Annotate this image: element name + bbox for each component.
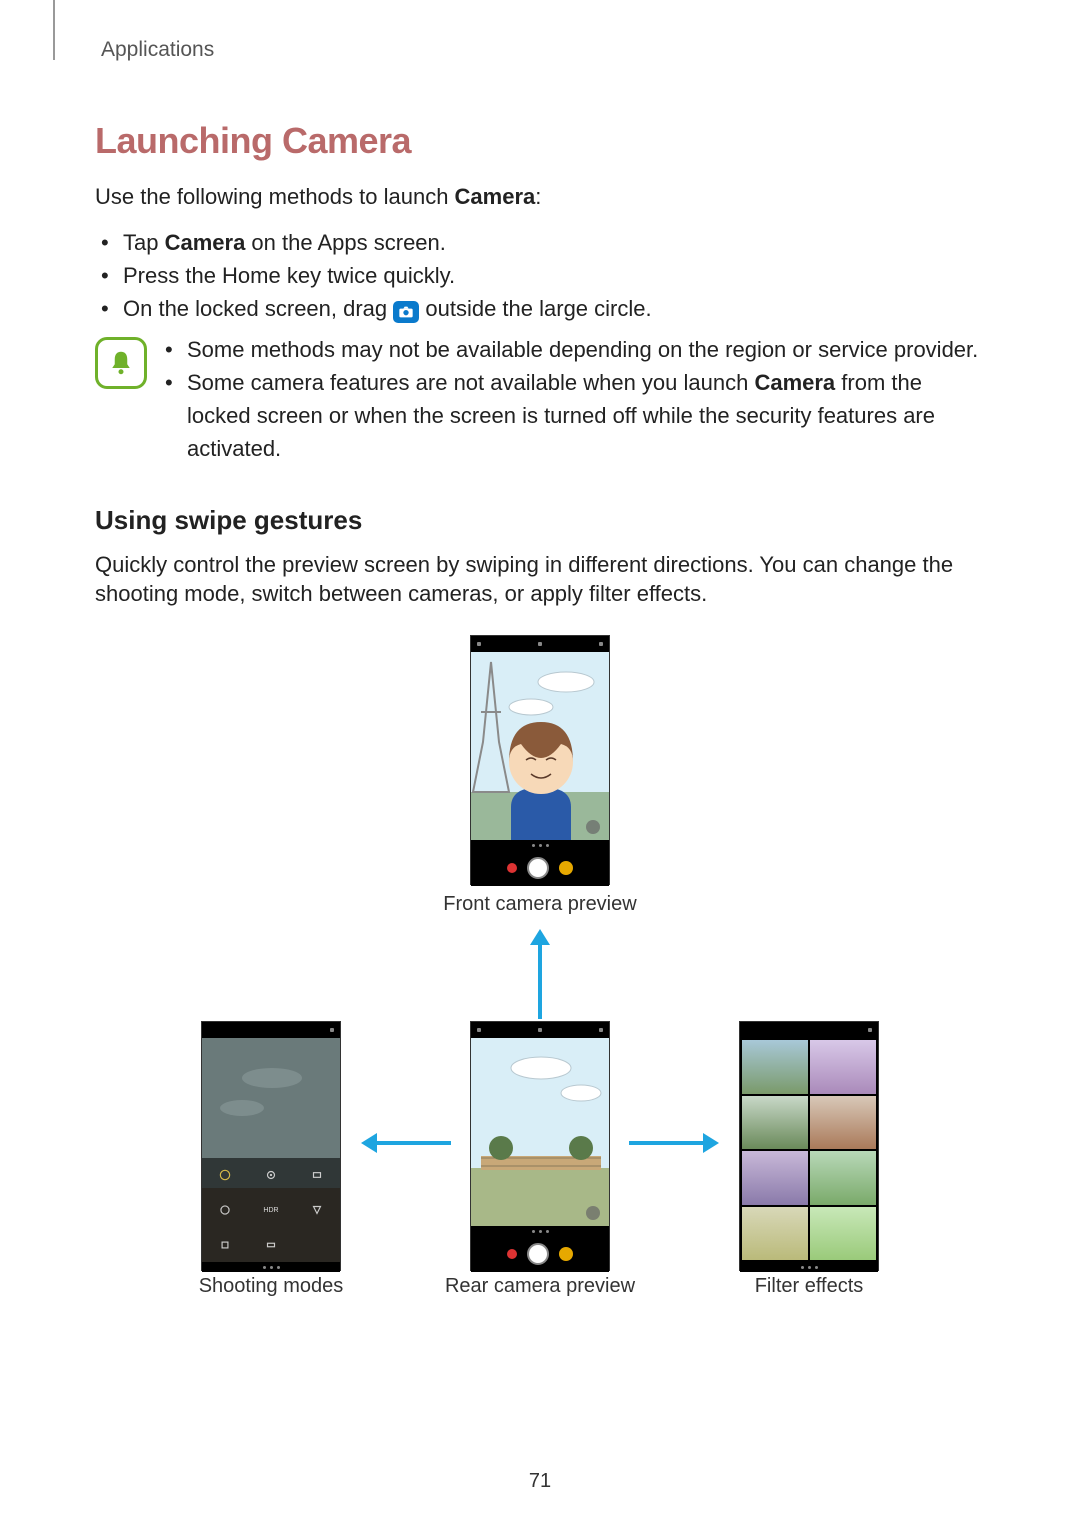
- subsection-heading: Using swipe gestures: [95, 505, 985, 536]
- b1-prefix: Tap: [123, 230, 165, 255]
- phone-screen: [740, 1038, 878, 1262]
- record-icon: [507, 863, 517, 873]
- list-item: On the locked screen, drag outside the l…: [123, 292, 985, 325]
- arrow-left-icon: [361, 1130, 451, 1156]
- phone-indicator-dots: [740, 1262, 878, 1272]
- intro-bold: Camera: [455, 184, 536, 209]
- gallery-icon: [559, 1247, 573, 1261]
- b3-suffix: outside the large circle.: [419, 296, 651, 321]
- notes-list: Some methods may not be available depend…: [165, 333, 985, 465]
- phone-status-bar: [471, 636, 609, 652]
- intro-suffix: :: [535, 184, 541, 209]
- arrow-up-icon: [527, 929, 553, 1019]
- shutter-icon: [527, 1243, 549, 1265]
- filters-caption: Filter effects: [699, 1275, 919, 1298]
- page-number: 71: [0, 1470, 1080, 1493]
- phone-indicator-dots: [471, 1226, 609, 1236]
- phone-screen: [471, 1038, 609, 1226]
- list-item: Some camera features are not available w…: [187, 366, 985, 465]
- front-camera-preview-figure: [470, 635, 610, 885]
- intro-text: Use the following methods to launch Came…: [95, 182, 985, 212]
- subsection-paragraph: Quickly control the preview screen by sw…: [95, 550, 985, 609]
- gallery-icon: [559, 861, 573, 875]
- phone-indicator-dots: [471, 840, 609, 850]
- record-icon: [507, 1249, 517, 1259]
- phone-status-bar: [202, 1022, 340, 1038]
- b3-prefix: On the locked screen, drag: [123, 296, 393, 321]
- modes-caption: Shooting modes: [161, 1275, 381, 1298]
- note-block: Some methods may not be available depend…: [95, 333, 985, 465]
- phone-camera-controls: [471, 1236, 609, 1272]
- filter-effects-figure: [739, 1021, 879, 1271]
- n2-prefix: Some camera features are not available w…: [187, 370, 754, 395]
- shutter-icon: [527, 857, 549, 879]
- phone-status-bar: [471, 1022, 609, 1038]
- bell-icon: [95, 337, 147, 389]
- list-item: Press the Home key twice quickly.: [123, 259, 985, 292]
- list-item: Some methods may not be available depend…: [187, 333, 985, 366]
- camera-icon: [393, 301, 419, 323]
- phone-status-bar: [740, 1022, 878, 1038]
- b1-bold: Camera: [165, 230, 246, 255]
- phone-indicator-dots: [202, 1262, 340, 1272]
- arrow-right-icon: [629, 1130, 719, 1156]
- list-item: Tap Camera on the Apps screen.: [123, 226, 985, 259]
- shooting-modes-figure: HDR: [201, 1021, 341, 1271]
- rear-camera-preview-figure: [470, 1021, 610, 1271]
- b1-suffix: on the Apps screen.: [245, 230, 446, 255]
- section-heading: Launching Camera: [95, 120, 985, 162]
- modes-overlay: HDR: [202, 1158, 340, 1262]
- swipe-diagram: Front camera preview: [95, 635, 985, 1295]
- filter-grid: [740, 1038, 878, 1262]
- rear-caption: Rear camera preview: [430, 1275, 650, 1298]
- launch-methods-list: Tap Camera on the Apps screen. Press the…: [95, 226, 985, 325]
- phone-screen: [471, 652, 609, 840]
- breadcrumb: Applications: [101, 38, 985, 62]
- n2-bold: Camera: [754, 370, 835, 395]
- margin-rule: [53, 0, 55, 60]
- phone-camera-controls: [471, 850, 609, 886]
- intro-prefix: Use the following methods to launch: [95, 184, 455, 209]
- front-caption: Front camera preview: [430, 893, 650, 916]
- phone-screen: HDR: [202, 1038, 340, 1262]
